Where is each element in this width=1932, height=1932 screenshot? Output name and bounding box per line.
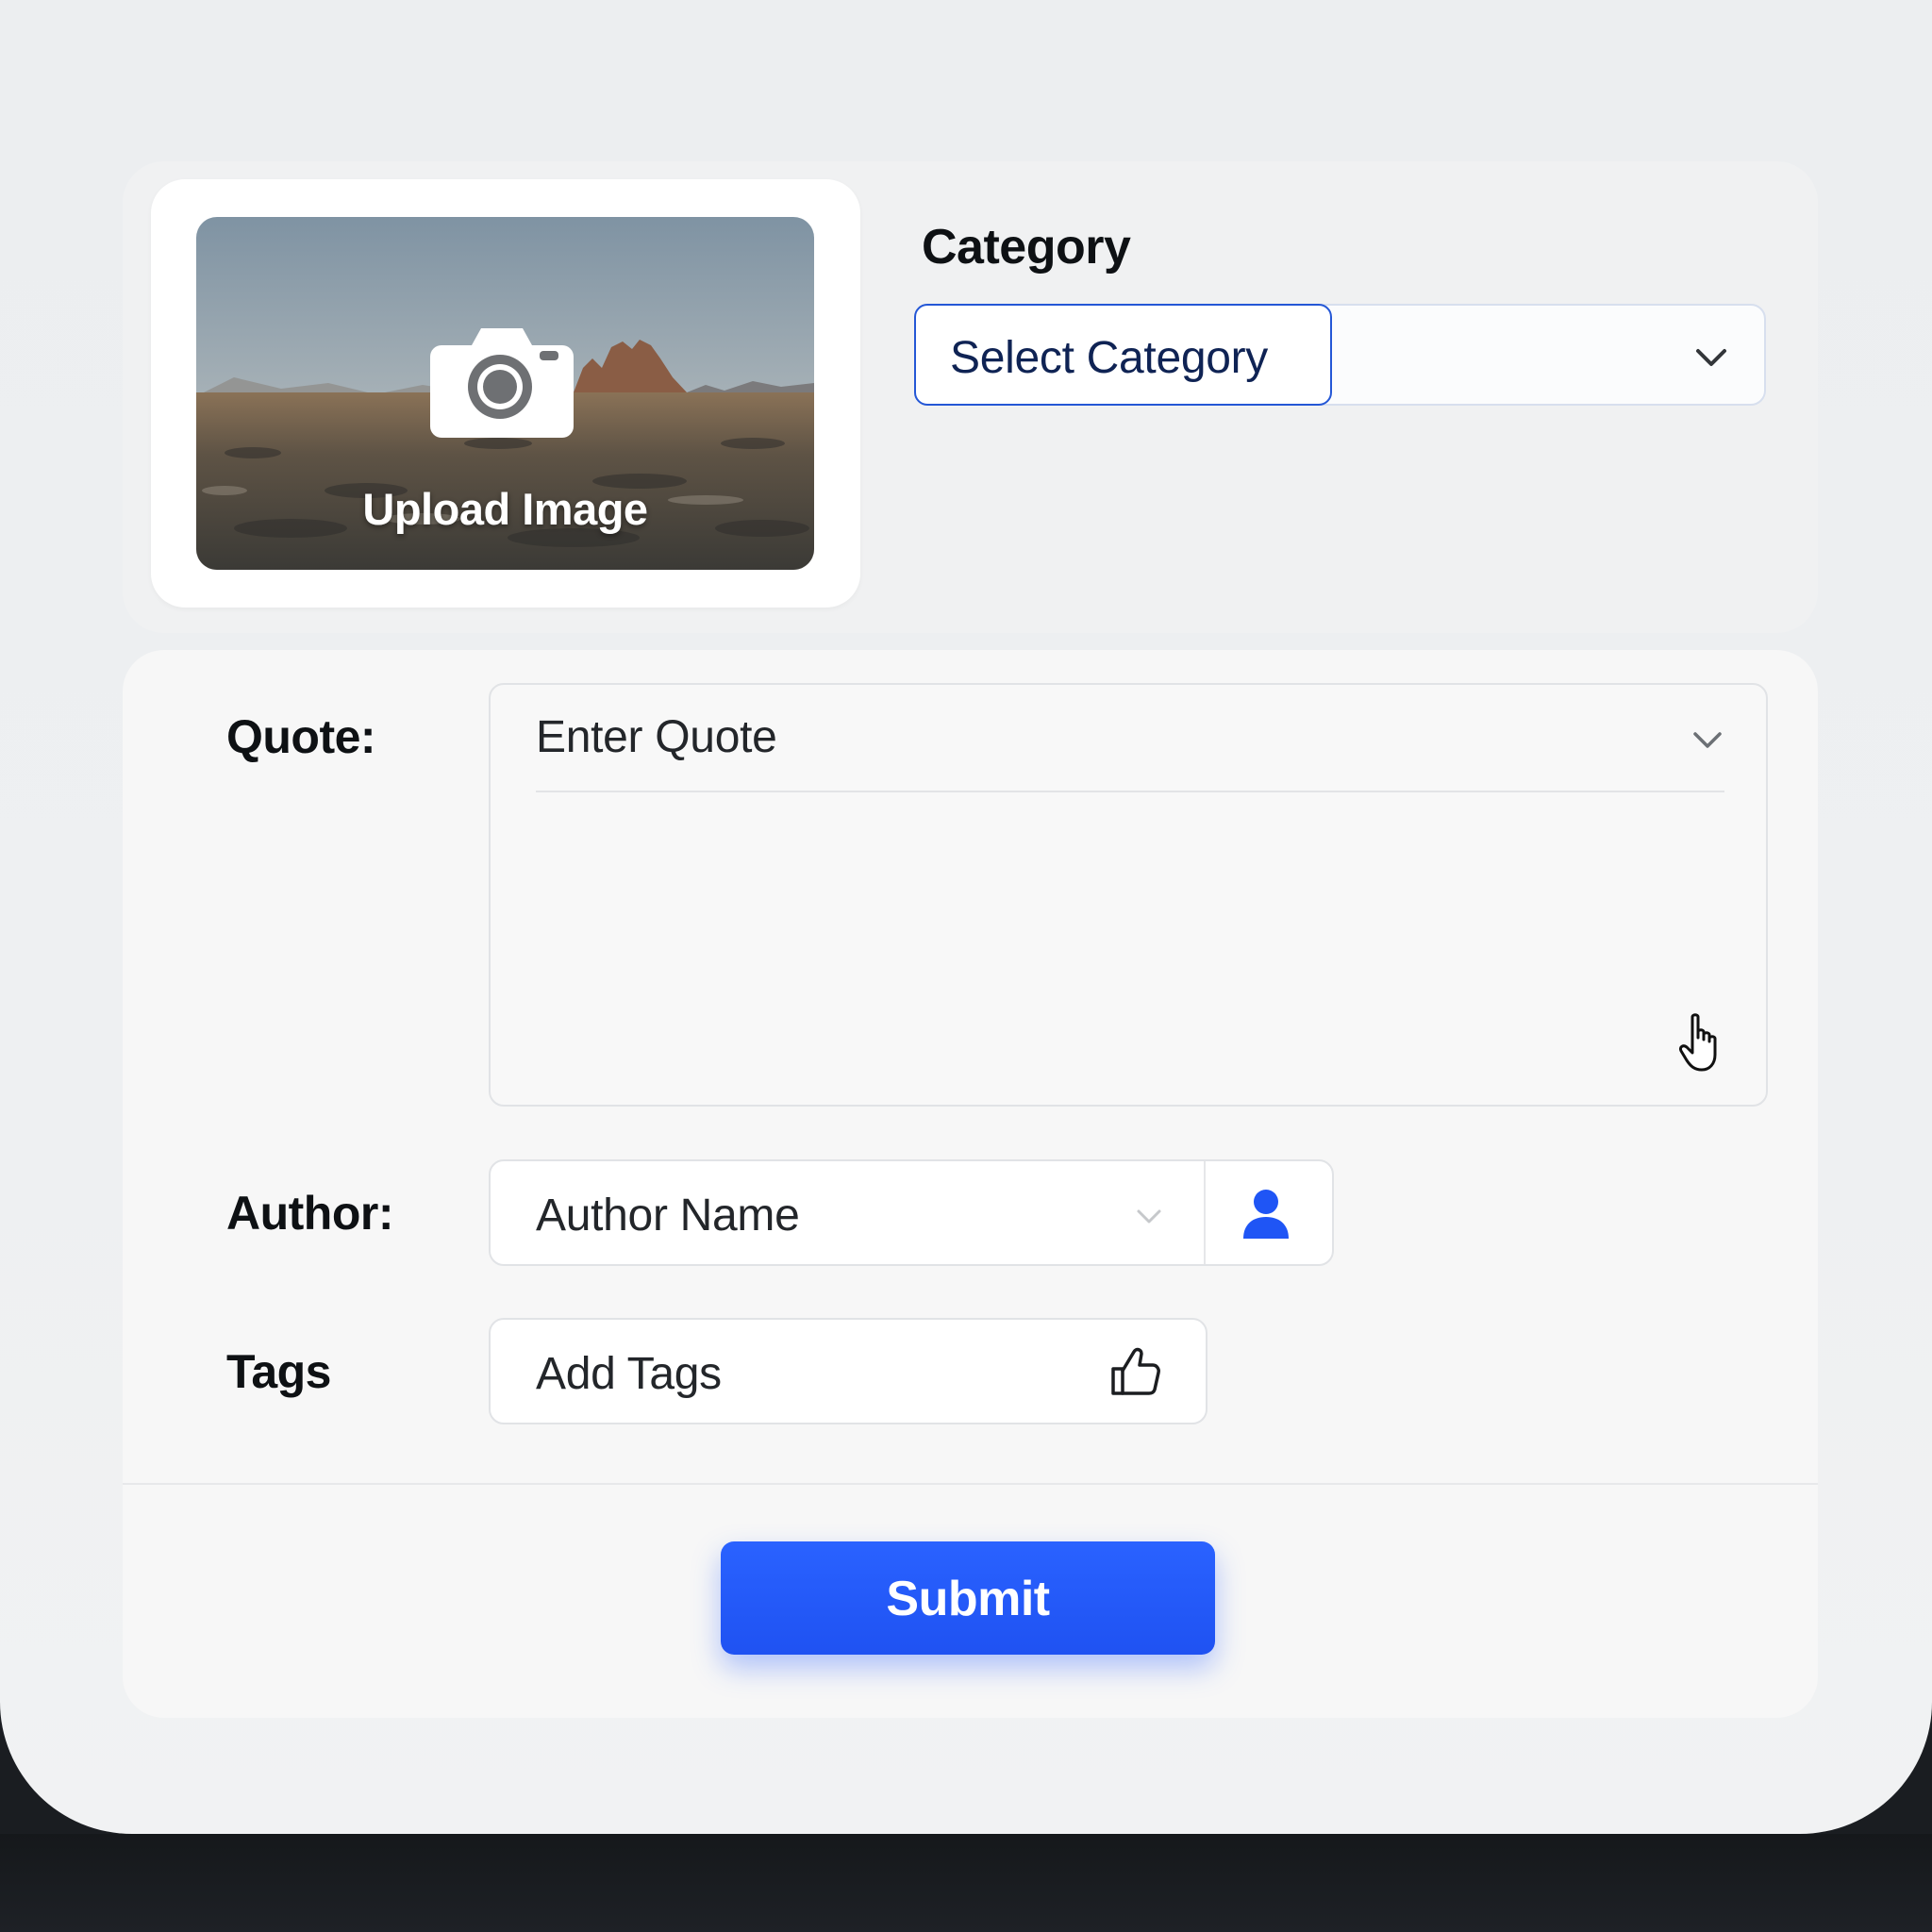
author-label: Author: <box>226 1187 394 1240</box>
quote-input[interactable]: Enter Quote <box>536 685 1724 792</box>
device-base <box>0 1834 1932 1932</box>
tags-label: Tags <box>226 1345 332 1398</box>
quote-field: Enter Quote <box>489 683 1768 1107</box>
category-selected-text: Select Category <box>950 333 1269 383</box>
quote-placeholder: Enter Quote <box>536 712 777 762</box>
chevron-down-icon <box>1696 349 1726 366</box>
submit-button[interactable]: Submit <box>721 1541 1215 1655</box>
thumbs-up-icon[interactable] <box>1108 1344 1162 1399</box>
form-divider <box>123 1483 1818 1485</box>
author-divider <box>1204 1161 1206 1264</box>
app-window: Upload Image Category Select Category Qu… <box>0 0 1932 1834</box>
upload-image-button[interactable]: Upload Image <box>196 217 814 570</box>
category-select[interactable]: Select Category <box>914 304 1766 406</box>
camera-icon <box>430 328 574 438</box>
tags-placeholder: Add Tags <box>536 1349 722 1399</box>
author-input[interactable]: Author Name <box>489 1159 1334 1266</box>
hand-pointer-icon <box>1679 1013 1717 1072</box>
person-icon[interactable] <box>1236 1184 1296 1244</box>
category-selected-value[interactable]: Select Category <box>914 304 1332 406</box>
upload-image-label: Upload Image <box>362 484 648 534</box>
category-label: Category <box>922 220 1131 275</box>
quote-textarea[interactable] <box>491 792 1766 1105</box>
chevron-down-icon <box>1137 1209 1161 1224</box>
quote-label: Quote: <box>226 710 376 763</box>
author-placeholder: Author Name <box>536 1191 800 1241</box>
tags-input[interactable]: Add Tags <box>489 1318 1208 1424</box>
upload-card: Upload Image <box>151 179 860 608</box>
chevron-down-icon <box>1693 732 1722 748</box>
